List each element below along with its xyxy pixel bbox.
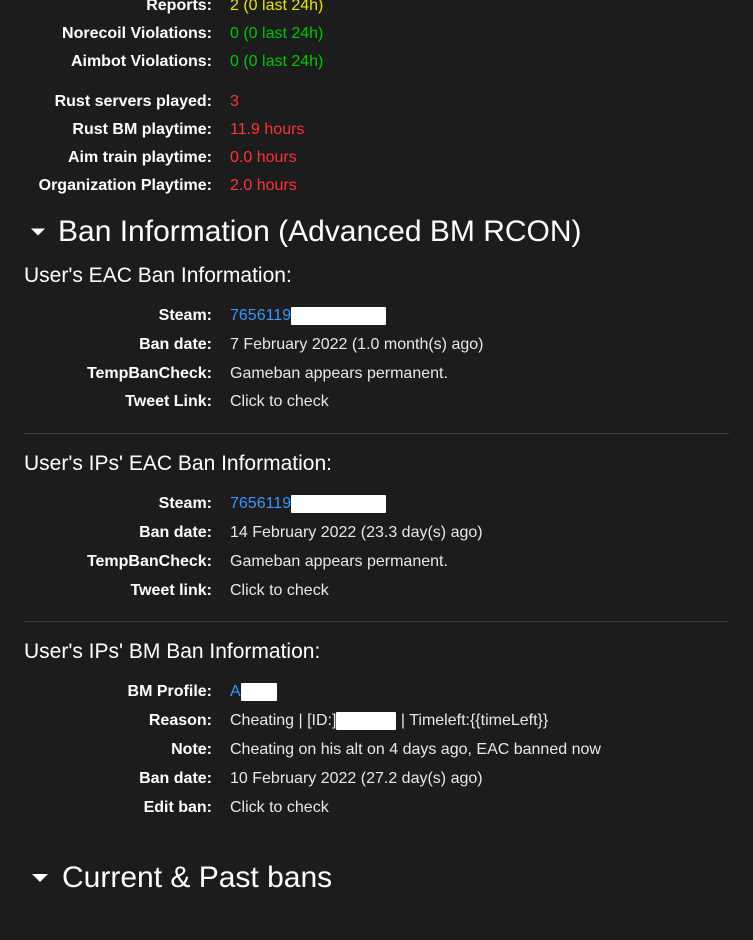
- stat-value: 0 (0 last 24h): [230, 22, 323, 46]
- bm-reason-row: Reason: Cheating | [ID:] | Timeleft:{{ti…: [24, 709, 729, 734]
- stat-value: 3: [230, 90, 239, 114]
- ips-eac-date-row: Ban date: 14 February 2022 (23.3 day(s) …: [24, 521, 729, 546]
- info-label: BM Profile:: [24, 680, 230, 705]
- stat-value: 0 (0 last 24h): [230, 50, 323, 74]
- ips-eac-tweet-link[interactable]: Click to check: [230, 579, 329, 604]
- past-bans-title: Current & Past bans: [62, 860, 332, 896]
- ips-eac-info: Steam: 7656119 Ban date: 14 February 202…: [24, 492, 729, 603]
- stat-value: 2 (0 last 24h): [230, 0, 323, 18]
- info-label: TempBanCheck:: [24, 550, 230, 575]
- info-label: Ban date:: [24, 767, 230, 792]
- eac-date-value: 7 February 2022 (1.0 month(s) ago): [230, 333, 483, 358]
- bm-date-value: 10 February 2022 (27.2 day(s) ago): [230, 767, 483, 792]
- eac-info: Steam: 7656119 Ban date: 7 February 2022…: [24, 304, 729, 415]
- stat-label: Rust BM playtime:: [24, 118, 230, 142]
- bm-profile-row: BM Profile: A: [24, 680, 729, 705]
- bm-reason-value: Cheating | [ID:] | Timeleft:{{timeLeft}}: [230, 709, 548, 734]
- divider: [24, 621, 729, 622]
- stat-value: 0.0 hours: [230, 146, 297, 170]
- info-label: Ban date:: [24, 333, 230, 358]
- stat-rust-servers: Rust servers played: 3: [24, 90, 729, 114]
- stat-label: Norecoil Violations:: [24, 22, 230, 46]
- redacted: [291, 307, 386, 325]
- bm-profile-value[interactable]: A: [230, 680, 277, 705]
- bm-edit-link[interactable]: Click to check: [230, 796, 329, 821]
- stat-label: Aimbot Violations:: [24, 50, 230, 74]
- redacted: [336, 712, 396, 730]
- info-label: Steam:: [24, 492, 230, 517]
- stat-value: 2.0 hours: [230, 174, 297, 198]
- ips-eac-date-value: 14 February 2022 (23.3 day(s) ago): [230, 521, 483, 546]
- info-label: Ban date:: [24, 521, 230, 546]
- divider: [24, 433, 729, 434]
- steam-id-link[interactable]: 7656119: [230, 495, 291, 512]
- bm-date-row: Ban date: 10 February 2022 (27.2 day(s) …: [24, 767, 729, 792]
- stat-reports: Reports: 2 (0 last 24h): [24, 0, 729, 18]
- stat-aimbot: Aimbot Violations: 0 (0 last 24h): [24, 50, 729, 74]
- ban-info-header[interactable]: Ban Information (Advanced BM RCON): [24, 214, 729, 250]
- bm-note-row: Note: Cheating on his alt on 4 days ago,…: [24, 738, 729, 763]
- ips-eac-tempban-row: TempBanCheck: Gameban appears permanent.: [24, 550, 729, 575]
- ips-bm-heading: User's IPs' BM Ban Information:: [24, 640, 729, 664]
- info-label: Note:: [24, 738, 230, 763]
- stat-org-playtime: Organization Playtime: 2.0 hours: [24, 174, 729, 198]
- stat-value: 11.9 hours: [230, 118, 304, 142]
- ips-eac-steam-row: Steam: 7656119: [24, 492, 729, 517]
- stat-aim-train-playtime: Aim train playtime: 0.0 hours: [24, 146, 729, 170]
- eac-tweet-link[interactable]: Click to check: [230, 390, 329, 415]
- ips-eac-tempban-value: Gameban appears permanent.: [230, 550, 448, 575]
- reason-suffix: | Timeleft:{{timeLeft}}: [401, 712, 548, 729]
- chevron-down-icon: [24, 218, 52, 246]
- ips-bm-info: BM Profile: A Reason: Cheating | [ID:] |…: [24, 680, 729, 820]
- info-label: Tweet link:: [24, 579, 230, 604]
- stat-label: Reports:: [24, 0, 230, 18]
- eac-steam-row: Steam: 7656119: [24, 304, 729, 329]
- info-label: Steam:: [24, 304, 230, 329]
- eac-tweet-row: Tweet Link: Click to check: [24, 390, 729, 415]
- stat-label: Organization Playtime:: [24, 174, 230, 198]
- bm-note-value: Cheating on his alt on 4 days ago, EAC b…: [230, 738, 601, 763]
- past-bans-header[interactable]: Current & Past bans: [24, 860, 729, 896]
- ips-eac-steam-value[interactable]: 7656119: [230, 492, 386, 517]
- eac-tempban-row: TempBanCheck: Gameban appears permanent.: [24, 362, 729, 387]
- bm-profile-link[interactable]: A: [230, 683, 241, 700]
- bm-edit-row: Edit ban: Click to check: [24, 796, 729, 821]
- info-label: Edit ban:: [24, 796, 230, 821]
- eac-date-row: Ban date: 7 February 2022 (1.0 month(s) …: [24, 333, 729, 358]
- eac-tempban-value: Gameban appears permanent.: [230, 362, 448, 387]
- stat-label: Rust servers played:: [24, 90, 230, 114]
- chevron-down-icon: [24, 862, 56, 894]
- steam-id-link[interactable]: 7656119: [230, 307, 291, 324]
- stat-rust-bm-playtime: Rust BM playtime: 11.9 hours: [24, 118, 729, 142]
- stat-norecoil: Norecoil Violations: 0 (0 last 24h): [24, 22, 729, 46]
- violations-stats: Reports: 2 (0 last 24h) Norecoil Violati…: [24, 0, 729, 74]
- redacted: [291, 495, 386, 513]
- reason-prefix: Cheating | [ID:]: [230, 712, 336, 729]
- ban-info-title: Ban Information (Advanced BM RCON): [58, 214, 582, 250]
- info-label: TempBanCheck:: [24, 362, 230, 387]
- info-label: Reason:: [24, 709, 230, 734]
- stat-label: Aim train playtime:: [24, 146, 230, 170]
- ips-eac-heading: User's IPs' EAC Ban Information:: [24, 452, 729, 476]
- eac-heading: User's EAC Ban Information:: [24, 264, 729, 288]
- info-label: Tweet Link:: [24, 390, 230, 415]
- playtime-stats: Rust servers played: 3 Rust BM playtime:…: [24, 90, 729, 198]
- redacted: [241, 683, 277, 701]
- ips-eac-tweet-row: Tweet link: Click to check: [24, 579, 729, 604]
- eac-steam-value[interactable]: 7656119: [230, 304, 386, 329]
